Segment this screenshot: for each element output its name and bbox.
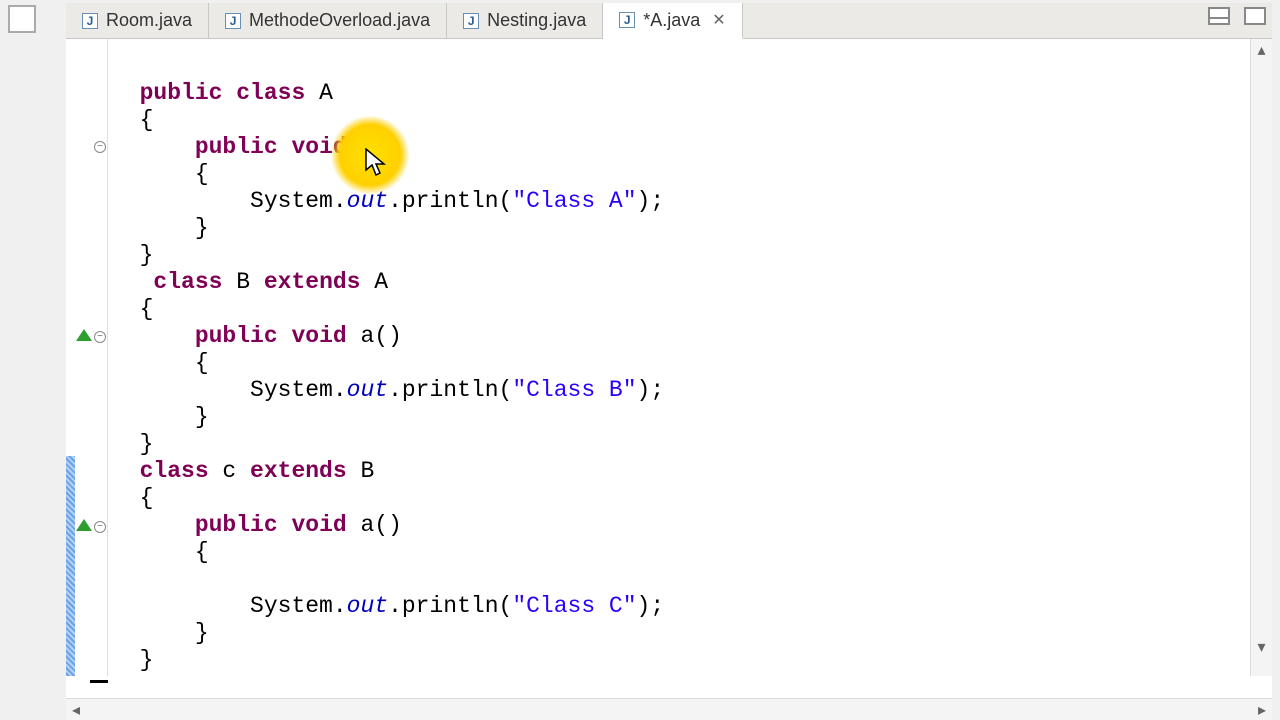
tab-nesting[interactable]: J Nesting.java xyxy=(447,3,603,38)
tab-label: *A.java xyxy=(643,10,700,31)
change-marker-strip xyxy=(66,39,76,676)
overview-ruler xyxy=(66,676,1272,698)
scroll-up-icon[interactable]: ▴ xyxy=(1251,39,1272,61)
maximize-icon[interactable] xyxy=(1244,7,1266,25)
view-handle[interactable] xyxy=(8,5,36,33)
minimize-icon[interactable] xyxy=(1208,7,1230,25)
fold-toggle[interactable] xyxy=(94,521,106,533)
code-area[interactable]: public class A { public void a() { Syste… xyxy=(108,39,1250,676)
java-file-icon: J xyxy=(619,12,635,28)
java-file-icon: J xyxy=(82,13,98,29)
fold-toggle[interactable] xyxy=(94,331,106,343)
editor-body: public class A { public void a() { Syste… xyxy=(66,39,1272,676)
tab-room[interactable]: J Room.java xyxy=(66,3,209,38)
java-file-icon: J xyxy=(463,13,479,29)
fold-toggle[interactable] xyxy=(94,141,106,153)
tab-bar: J Room.java J MethodeOverload.java J Nes… xyxy=(66,3,1272,39)
tab-label: Room.java xyxy=(106,10,192,31)
change-marker xyxy=(66,456,75,676)
scroll-right-icon[interactable]: ▸ xyxy=(1258,700,1266,720)
override-indicator-icon[interactable] xyxy=(76,329,92,341)
caret-marker xyxy=(90,680,108,683)
java-file-icon: J xyxy=(225,13,241,29)
horizontal-scrollbar[interactable]: ◂ ▸ xyxy=(66,698,1272,720)
tab-label: MethodeOverload.java xyxy=(249,10,430,31)
tab-a-java[interactable]: J *A.java ✕ xyxy=(603,3,742,39)
editor-window-controls xyxy=(1208,7,1266,25)
override-indicator-icon[interactable] xyxy=(76,519,92,531)
vertical-scrollbar[interactable]: ▴ ▾ xyxy=(1250,39,1272,676)
close-icon[interactable]: ✕ xyxy=(712,10,725,30)
tab-label: Nesting.java xyxy=(487,10,586,31)
tab-methodeoverload[interactable]: J MethodeOverload.java xyxy=(209,3,447,38)
scroll-down-icon[interactable]: ▾ xyxy=(1251,636,1272,658)
editor-pane: J Room.java J MethodeOverload.java J Nes… xyxy=(66,3,1272,720)
gutter[interactable] xyxy=(76,39,108,676)
scroll-left-icon[interactable]: ◂ xyxy=(72,700,80,720)
